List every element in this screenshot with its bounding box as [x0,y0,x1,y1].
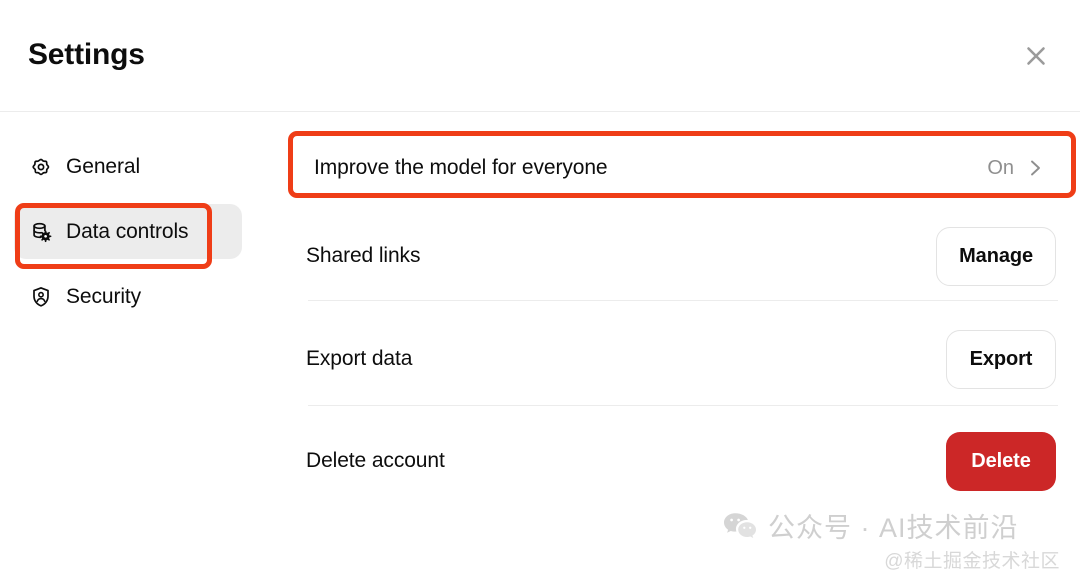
manage-button[interactable]: Manage [936,226,1056,286]
settings-main-panel: Improve the model for everyone On Shared… [283,113,1080,576]
improve-model-status: On [987,156,1014,179]
row-label: Export data [306,347,413,370]
divider [308,405,1058,406]
modal-header: Settings [0,0,1080,112]
row-improve-the-model[interactable]: Improve the model for everyone On [306,135,1056,201]
row-label: Improve the model for everyone [314,156,608,179]
sidebar-item-security[interactable]: Security [14,269,242,324]
shield-person-icon [28,284,54,310]
row-delete-account: Delete account Delete [306,423,1056,499]
chevron-right-icon [1024,157,1046,179]
page-title: Settings [28,38,145,71]
row-shared-links: Shared links Manage [306,218,1056,294]
database-gear-icon [28,219,54,245]
export-button[interactable]: Export [946,329,1056,389]
delete-button[interactable]: Delete [946,431,1056,491]
sidebar-item-label: Security [66,285,142,308]
divider [308,300,1058,301]
row-value-group: On [987,157,1046,180]
sidebar-item-label: General [66,155,141,178]
settings-sidebar: General Data controls Security [0,113,283,576]
row-export-data: Export data Export [306,321,1056,397]
sidebar-item-label: Data controls [66,220,189,243]
close-button[interactable] [1014,34,1058,78]
gear-icon [28,154,54,180]
sidebar-item-general[interactable]: General [14,139,242,194]
row-label: Delete account [306,449,445,472]
close-icon [1021,41,1051,71]
settings-modal: Settings General Data controls Security … [0,0,1080,576]
row-label: Shared links [306,244,421,267]
sidebar-item-data-controls[interactable]: Data controls [14,204,242,259]
